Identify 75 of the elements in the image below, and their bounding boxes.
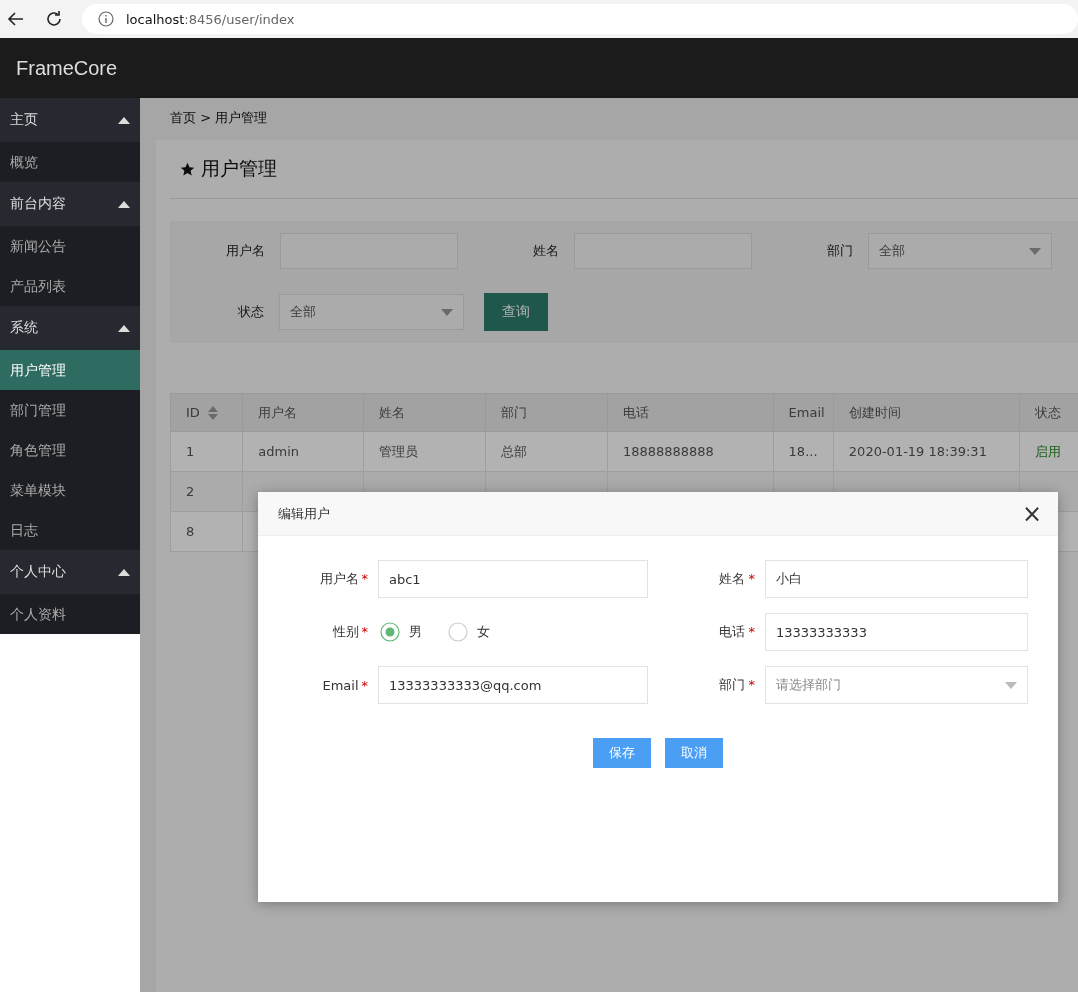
page-title: 用户管理 xyxy=(201,156,277,181)
menu-item[interactable]: 部门管理 xyxy=(0,390,140,430)
filter-label: 部门 xyxy=(825,242,854,260)
info-icon xyxy=(98,11,114,27)
input-field[interactable]: 小白 xyxy=(764,560,1028,598)
caret-icon xyxy=(118,324,130,332)
field-label: Email * xyxy=(321,677,369,693)
table-cell: 启用 xyxy=(1019,431,1078,472)
table-cell: 2020-01-19 18:39:31 xyxy=(833,431,1020,472)
query-button[interactable]: 查询 xyxy=(484,293,548,331)
dropdown-icon xyxy=(1005,681,1017,689)
table-cell: 管理员 xyxy=(363,431,486,472)
table-cell: 总部 xyxy=(485,431,608,472)
menu-group-label: 系统 xyxy=(10,319,38,337)
table-cell: 18... xyxy=(773,431,834,472)
reload-icon[interactable] xyxy=(44,9,64,29)
column-header[interactable]: 用户名 xyxy=(242,393,364,432)
menu-item[interactable]: 新闻公告 xyxy=(0,226,140,266)
dropdown-icon xyxy=(441,308,453,316)
brand-title: FrameCore xyxy=(16,56,118,80)
field-label: 电话 * xyxy=(718,623,756,641)
breadcrumb: 首页 > 用户管理 xyxy=(169,109,269,127)
menu-group-label: 前台内容 xyxy=(10,195,66,213)
menu-item[interactable]: 用户管理 xyxy=(0,350,140,390)
caret-icon xyxy=(118,200,130,208)
filter-select[interactable]: 全部 xyxy=(279,294,464,330)
caret-icon xyxy=(118,116,130,124)
menu-item[interactable]: 角色管理 xyxy=(0,430,140,470)
column-header[interactable]: 姓名 xyxy=(363,393,486,432)
column-header[interactable]: Email xyxy=(773,393,834,432)
menu-item[interactable]: 产品列表 xyxy=(0,266,140,306)
column-header[interactable]: 状态 xyxy=(1019,393,1078,432)
table-cell: admin xyxy=(242,431,364,472)
input-field[interactable]: abc1 xyxy=(378,560,648,598)
menu-group[interactable]: 主页 xyxy=(0,98,140,142)
input-field[interactable]: 13333333333 xyxy=(764,613,1028,651)
address-bar[interactable]: localhost:8456/user/index xyxy=(82,4,1078,34)
radio-button[interactable] xyxy=(380,622,400,642)
table-cell: 1 xyxy=(170,431,243,472)
filter-label: 姓名 xyxy=(532,242,560,260)
sort-icon xyxy=(207,405,218,420)
dropdown-icon xyxy=(1029,247,1041,255)
radio-label: 男 xyxy=(409,623,422,641)
column-header[interactable]: 电话 xyxy=(607,393,774,432)
url-text: localhost:8456/user/index xyxy=(126,11,295,27)
menu-item[interactable]: 日志 xyxy=(0,510,140,550)
column-header[interactable]: 创建时间 xyxy=(833,393,1020,432)
field-label: 部门 * xyxy=(718,676,756,694)
menu-item[interactable]: 个人资料 xyxy=(0,594,140,634)
select-field[interactable]: 请选择部门 xyxy=(764,666,1028,704)
filter-label: 用户名 xyxy=(225,242,266,260)
column-header[interactable]: 部门 xyxy=(485,393,608,432)
menu-group[interactable]: 个人中心 xyxy=(0,550,140,594)
column-header[interactable]: ID xyxy=(170,393,243,432)
menu-item[interactable]: 概览 xyxy=(0,142,140,182)
table-cell: 2 xyxy=(170,471,243,512)
filter-label: 状态 xyxy=(237,303,266,321)
filter-select[interactable]: 全部 xyxy=(867,233,1052,269)
menu-group-label: 主页 xyxy=(10,111,38,129)
radio-button[interactable] xyxy=(448,622,468,642)
dialog-title: 编辑用户 xyxy=(278,504,330,523)
caret-icon xyxy=(118,568,130,576)
star-icon xyxy=(180,161,195,177)
menu-group[interactable]: 前台内容 xyxy=(0,182,140,226)
radio-label: 女 xyxy=(477,623,490,641)
input-field[interactable]: 13333333333@qq.com xyxy=(378,666,648,704)
menu-item[interactable]: 菜单模块 xyxy=(0,470,140,510)
field-label: 性别 * xyxy=(331,623,369,641)
table-cell: 18888888888 xyxy=(607,431,774,472)
field-label: 用户名 * xyxy=(318,570,369,588)
menu-group-label: 个人中心 xyxy=(10,563,66,581)
table-cell: 8 xyxy=(170,511,243,552)
menu-group[interactable]: 系统 xyxy=(0,306,140,350)
close-button[interactable]: × xyxy=(1017,501,1046,526)
field-label: 姓名 * xyxy=(718,570,756,588)
